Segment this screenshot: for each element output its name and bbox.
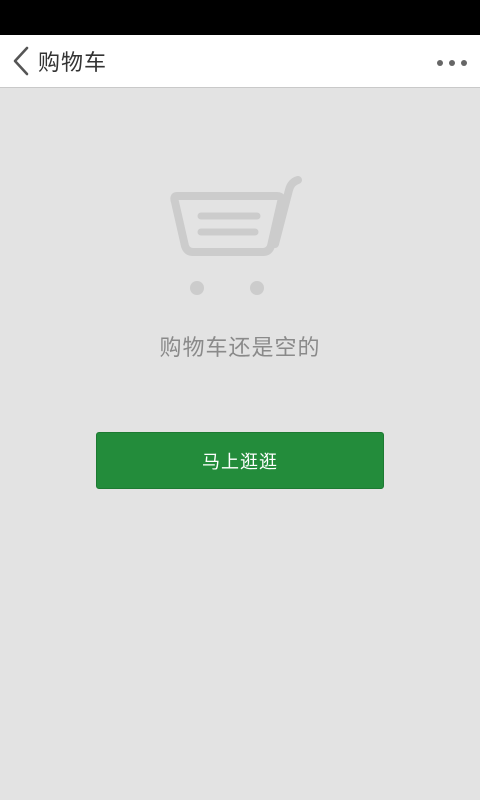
nav-bar: 购物车 — [0, 35, 480, 88]
page-title: 购物车 — [38, 51, 108, 76]
shopping-cart-icon — [165, 172, 310, 297]
status-bar — [0, 0, 480, 35]
more-button[interactable] — [432, 43, 472, 79]
browse-now-button[interactable]: 马上逛逛 — [96, 432, 384, 489]
chevron-left-icon — [8, 41, 34, 81]
empty-cart-content: 购物车还是空的 马上逛逛 — [0, 88, 480, 800]
empty-cart-message: 购物车还是空的 — [159, 336, 321, 361]
back-button[interactable]: 购物车 — [8, 41, 107, 81]
more-horizontal-icon — [436, 52, 468, 71]
